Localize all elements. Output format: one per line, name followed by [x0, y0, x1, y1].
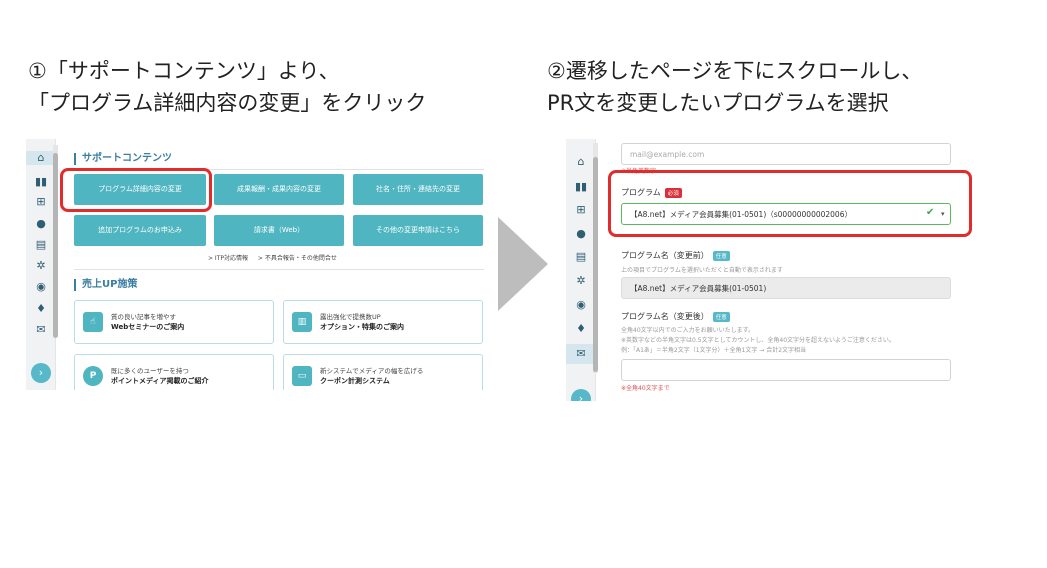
email-field[interactable]: mail@example.com [621, 143, 951, 165]
chart-icon[interactable]: ▮▮ [26, 175, 56, 189]
sidebar: ⌂ ▮▮ ⊞ ● ▤ ✲ ◉ ♦ ✉ › [26, 139, 56, 390]
check-icon: ✔ [926, 207, 935, 218]
home-icon[interactable]: ⌂ [566, 155, 596, 169]
program-name-before-field: 【A8.net】メディア会員募集(01-0501) [621, 277, 951, 299]
divider [74, 269, 484, 270]
pin-icon[interactable]: ♦ [566, 322, 596, 336]
point-media-card[interactable]: P 既に多くのユーザーを持つ ポイントメディア掲載のご紹介 [74, 354, 274, 390]
cart-icon[interactable]: ⊞ [566, 203, 596, 217]
p-icon: P [83, 366, 103, 386]
gear-icon[interactable]: ✲ [566, 274, 596, 288]
next-step-arrow-icon [498, 217, 548, 311]
step1-title: ①「サポートコンテンツ」より、 「プログラム詳細内容の変更」をクリック [28, 55, 426, 119]
program-select[interactable]: 【A8.net】メディア会員募集(01-0501)（s0000000000200… [621, 203, 951, 225]
expand-icon[interactable]: › [31, 363, 51, 383]
program-form-screen: ⌂ ▮▮ ⊞ ● ▤ ✲ ◉ ♦ ✉ › mail@example.com ※半… [566, 139, 1028, 401]
other-change-button[interactable]: その他の変更申請はこちら [353, 215, 483, 246]
optional-badge: 任意 [712, 311, 730, 322]
step1-title-line2: 「プログラム詳細内容の変更」をクリック [28, 91, 427, 115]
user-icon[interactable]: ● [26, 217, 56, 231]
pin-icon[interactable]: ♦ [26, 302, 56, 316]
after-error: ※全角40文字まで [621, 385, 670, 392]
after-note-1: 全角40文字以内でのご入力をお願いいたします。 [621, 327, 755, 334]
gear-icon[interactable]: ✲ [26, 259, 56, 273]
support-screen: ⌂ ▮▮ ⊞ ● ▤ ✲ ◉ ♦ ✉ › サポートコンテンツ プログラム詳細内容… [26, 139, 496, 390]
sidebar: ⌂ ▮▮ ⊞ ● ▤ ✲ ◉ ♦ ✉ › [566, 139, 596, 401]
scroll-thumb[interactable] [593, 157, 598, 372]
home-icon[interactable]: ⌂ [26, 151, 56, 165]
step2-title: ②遷移したページを下にスクロールし、 PR文を変更したいプログラムを選択 [547, 55, 922, 119]
bar-chart-icon: ▥ [292, 312, 312, 332]
option-card[interactable]: ▥ 露出強化で提携数UP オプション・特集のご案内 [283, 300, 483, 344]
step2-title-line1: ②遷移したページを下にスクロールし、 [547, 59, 923, 83]
highlight-box [60, 168, 212, 212]
mail-icon[interactable]: ✉ [566, 344, 596, 364]
profile-icon[interactable]: ◉ [26, 280, 56, 294]
expand-icon[interactable]: › [571, 389, 591, 401]
user-icon[interactable]: ● [566, 227, 596, 241]
scroll-thumb[interactable] [53, 153, 58, 338]
reward-change-button[interactable]: 成果報酬・成果内容の変更 [214, 174, 344, 205]
program-name-after-field[interactable] [621, 359, 951, 381]
company-info-change-button[interactable]: 社名・住所・連絡先の変更 [353, 174, 483, 205]
after-note-3: 例：「A1あ」＝半角2文字（1文字分）＋全角1文字 → 合計2文字相当 [621, 347, 807, 354]
invoice-button[interactable]: 請求書（Web） [214, 215, 344, 246]
optional-badge: 任意 [712, 250, 730, 261]
bug-report-link[interactable]: > 不具合報告・その他問合せ [258, 255, 337, 262]
chart-icon[interactable]: ▮▮ [566, 180, 596, 194]
step1-title-line1: ①「サポートコンテンツ」より、 [28, 59, 340, 83]
screen-icon: ▭ [292, 366, 312, 386]
after-note-2: ※英数字などの半角文字は0.5文字としてカウントし、全角40文字分を超えないよう… [621, 337, 895, 344]
help-links: > ITP対応情報 > 不具合報告・その他問合せ [208, 253, 345, 262]
profile-icon[interactable]: ◉ [566, 298, 596, 312]
before-note: 上の項目でプログラムを選択いただくと自動で表示されます [621, 267, 783, 274]
support-section-title: サポートコンテンツ [74, 153, 172, 165]
chevron-down-icon[interactable]: ▾ [941, 210, 945, 218]
mail-icon[interactable]: ✉ [26, 323, 56, 337]
sales-section-title: 売上UP施策 [74, 279, 137, 291]
seminar-card[interactable]: ☝ 質の良い記事を増やす Webセミナーのご案内 [74, 300, 274, 344]
required-badge: 必須 [664, 187, 682, 198]
coupon-card[interactable]: ▭ 新システムでメディアの幅を広げる クーポン計測システム [283, 354, 483, 390]
hand-icon: ☝ [83, 312, 103, 332]
program-name-after-label: プログラム名（変更後） 任意 [621, 311, 730, 322]
book-icon[interactable]: ▤ [566, 250, 596, 264]
additional-program-button[interactable]: 追加プログラムのお申込み [74, 215, 206, 246]
itp-link[interactable]: > ITP対応情報 [208, 255, 248, 262]
cart-icon[interactable]: ⊞ [26, 195, 56, 209]
step2-title-line2: PR文を変更したいプログラムを選択 [547, 91, 889, 115]
program-label: プログラム 必須 [621, 187, 682, 198]
book-icon[interactable]: ▤ [26, 238, 56, 252]
program-name-before-label: プログラム名（変更前） 任意 [621, 250, 730, 261]
